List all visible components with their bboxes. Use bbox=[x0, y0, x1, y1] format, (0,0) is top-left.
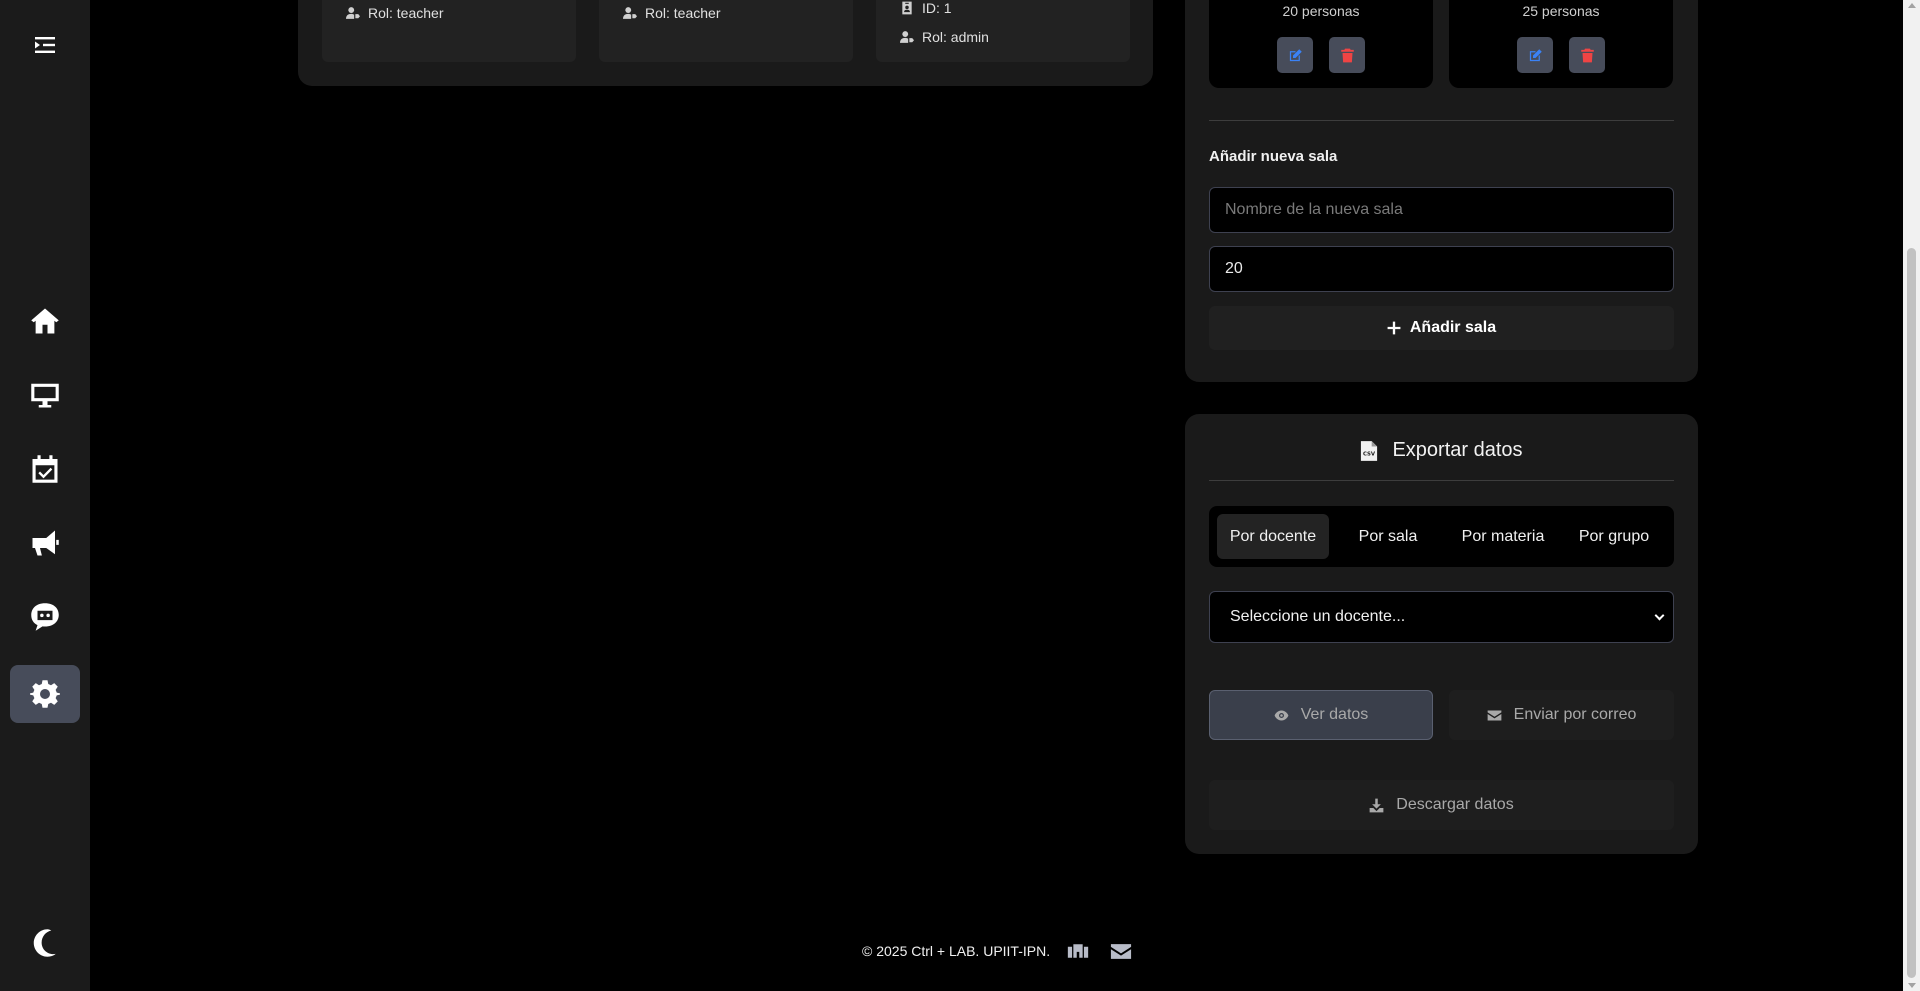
user-card[interactable]: ID: 1 Rol: admin bbox=[876, 0, 1130, 62]
user-role: Rol: teacher bbox=[623, 5, 720, 21]
envelope-icon[interactable] bbox=[1110, 943, 1132, 960]
moon-icon bbox=[33, 929, 56, 957]
institution-icon[interactable] bbox=[1067, 942, 1089, 960]
trash-icon bbox=[1340, 48, 1354, 62]
scroll-thumb[interactable] bbox=[1907, 248, 1916, 978]
sidebar-item-home[interactable] bbox=[10, 292, 80, 350]
chevron-down-icon bbox=[1654, 610, 1665, 621]
rooms-panel: 20 personas 25 personas Añadir nueva sal… bbox=[1185, 0, 1698, 382]
view-data-button[interactable]: Ver datos bbox=[1209, 690, 1433, 740]
sidebar-item-calendar[interactable] bbox=[10, 440, 80, 498]
tab-por-docente[interactable]: Por docente bbox=[1217, 514, 1329, 559]
sidebar bbox=[0, 0, 90, 991]
id-badge-icon bbox=[902, 1, 912, 15]
export-title: CSV Exportar datos bbox=[1185, 439, 1698, 462]
delete-room-button[interactable] bbox=[1329, 37, 1365, 73]
send-email-label: Enviar por correo bbox=[1513, 706, 1637, 723]
add-room-title: Añadir nueva sala bbox=[1209, 148, 1338, 165]
scroll-down-arrow-icon[interactable] bbox=[1908, 983, 1916, 988]
csv-file-icon: CSV bbox=[1361, 440, 1378, 461]
menu-toggle-button[interactable] bbox=[10, 16, 80, 74]
room-capacity: 20 personas bbox=[1282, 3, 1360, 19]
room-card: 20 personas bbox=[1209, 0, 1433, 88]
theme-toggle-button[interactable] bbox=[10, 914, 80, 972]
export-title-text: Exportar datos bbox=[1392, 439, 1523, 461]
edit-room-button[interactable] bbox=[1517, 37, 1553, 73]
user-tag-icon bbox=[346, 7, 360, 19]
edit-icon bbox=[1529, 48, 1542, 61]
plus-icon bbox=[1387, 321, 1401, 335]
users-panel: Rol: teacher Rol: teacher ID: 1 Rol: adm… bbox=[298, 0, 1153, 86]
room-name-input[interactable] bbox=[1209, 187, 1674, 233]
room-card: 25 personas bbox=[1449, 0, 1673, 88]
trash-icon bbox=[1580, 48, 1594, 62]
edit-room-button[interactable] bbox=[1277, 37, 1313, 73]
room-capacity-input[interactable] bbox=[1209, 246, 1674, 292]
tab-por-sala[interactable]: Por sala bbox=[1335, 514, 1441, 559]
room-capacity: 25 personas bbox=[1522, 3, 1600, 19]
export-tabs: Por docente Por sala Por materia Por gru… bbox=[1209, 506, 1674, 567]
sidebar-item-computers[interactable] bbox=[10, 366, 80, 424]
monitor-icon bbox=[31, 383, 59, 408]
home-icon bbox=[31, 308, 59, 334]
scroll-up-arrow-icon[interactable] bbox=[1908, 3, 1916, 8]
megaphone-icon bbox=[32, 530, 59, 556]
teacher-select-value: Seleccione un docente... bbox=[1230, 608, 1406, 625]
envelope-icon bbox=[1487, 710, 1502, 720]
tab-por-materia[interactable]: Por materia bbox=[1447, 514, 1559, 559]
delete-room-button[interactable] bbox=[1569, 37, 1605, 73]
svg-text:CSV: CSV bbox=[1363, 451, 1376, 457]
footer: © 2025 Ctrl + LAB. UPIIT-IPN. bbox=[862, 942, 1132, 960]
sidebar-item-chat[interactable] bbox=[10, 588, 80, 646]
calendar-check-icon bbox=[32, 455, 58, 483]
user-tag-icon bbox=[623, 7, 637, 19]
export-panel: CSV Exportar datos Por docente Por sala … bbox=[1185, 414, 1698, 854]
user-role: Rol: teacher bbox=[346, 5, 443, 21]
divider bbox=[1209, 480, 1674, 481]
user-card[interactable]: Rol: teacher bbox=[322, 0, 576, 62]
add-room-button[interactable]: Añadir sala bbox=[1209, 306, 1674, 350]
sidebar-item-settings[interactable] bbox=[10, 665, 80, 723]
indent-icon bbox=[35, 37, 55, 53]
eye-icon bbox=[1274, 710, 1289, 720]
user-tag-icon bbox=[900, 31, 914, 43]
view-data-label: Ver datos bbox=[1300, 706, 1369, 723]
user-id: ID: 1 bbox=[900, 0, 952, 16]
user-role: Rol: admin bbox=[900, 29, 989, 45]
divider bbox=[1209, 120, 1674, 121]
chat-bot-icon bbox=[31, 603, 59, 631]
vertical-scrollbar[interactable] bbox=[1903, 0, 1920, 991]
add-room-label: Añadir sala bbox=[1409, 319, 1497, 336]
edit-icon bbox=[1289, 48, 1302, 61]
download-data-button[interactable]: Descargar datos bbox=[1209, 780, 1674, 830]
download-data-label: Descargar datos bbox=[1396, 796, 1514, 813]
gear-icon bbox=[30, 680, 60, 708]
tab-por-grupo[interactable]: Por grupo bbox=[1563, 514, 1665, 559]
download-icon bbox=[1369, 798, 1384, 812]
user-card[interactable]: Rol: teacher bbox=[599, 0, 853, 62]
teacher-select[interactable]: Seleccione un docente... bbox=[1209, 591, 1674, 643]
sidebar-item-announcements[interactable] bbox=[10, 514, 80, 572]
send-email-button[interactable]: Enviar por correo bbox=[1449, 690, 1674, 740]
footer-copyright: © 2025 Ctrl + LAB. UPIIT-IPN. bbox=[862, 943, 1051, 959]
